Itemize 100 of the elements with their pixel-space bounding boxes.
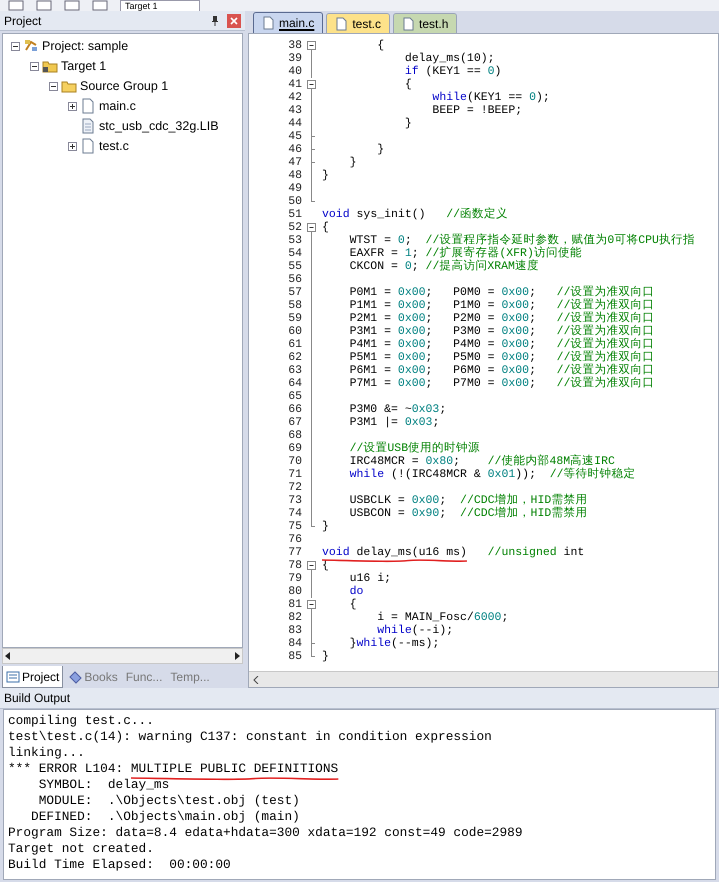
code-text: (--ms);: [391, 637, 440, 650]
line-number: 79: [287, 572, 303, 585]
line-number: 39: [287, 52, 303, 65]
code-text: 0x00: [501, 377, 530, 390]
output-text: DEFINED: .\Objects\main.obj (main): [30, 809, 300, 824]
line-number: 69: [287, 442, 303, 455]
toolbar-icon[interactable]: [8, 0, 24, 11]
scroll-right-icon[interactable]: [234, 652, 240, 660]
code-text: 0x00: [398, 286, 426, 299]
scroll-left-icon[interactable]: [253, 676, 259, 684]
line-number: 80: [287, 585, 303, 598]
code-text: (!(IRC48MCR &: [390, 468, 482, 481]
code-text: 0x00: [398, 338, 426, 351]
code-text: ;: [529, 299, 537, 312]
line-number: 77: [287, 546, 303, 559]
code-text: 0x00: [501, 351, 530, 364]
code-text: (--i);: [412, 624, 454, 637]
code-text: }: [348, 156, 357, 169]
output-text: compiling test.c...: [8, 713, 154, 728]
expand-icon[interactable]: [68, 102, 77, 110]
code-text: while: [356, 637, 392, 650]
code-text: 0x03: [404, 416, 432, 429]
tree-item[interactable]: Project: sample: [42, 36, 128, 56]
line-number: 52: [287, 221, 303, 234]
code-text: //设置为准双向口: [556, 325, 654, 338]
line-number: 76: [287, 533, 303, 546]
line-number: 47: [287, 156, 303, 169]
code-text: //提高访问XRAM速度: [426, 260, 539, 273]
tree-item[interactable]: test.c: [99, 136, 129, 156]
collapse-icon[interactable]: [307, 561, 316, 570]
code-text: );: [536, 91, 550, 104]
line-number: 62: [287, 351, 303, 364]
code-text: ;: [453, 455, 462, 468]
output-text: linking...: [8, 745, 85, 760]
output-text: MULTIPLE PUBLIC DEFINITIONS: [130, 761, 338, 776]
close-icon[interactable]: [227, 14, 241, 28]
code-text: ; P7M0 =: [426, 377, 496, 390]
collapse-icon[interactable]: [307, 80, 316, 89]
line-number: 54: [287, 247, 303, 260]
project-icon: [6, 670, 20, 684]
code-text: //设置USB使用的时钟源: [348, 442, 480, 455]
line-number: 72: [287, 481, 303, 494]
horizontal-scrollbar[interactable]: [249, 671, 718, 687]
code-text: //等待时钟稳定: [550, 468, 636, 481]
tree-item[interactable]: stc_usb_cdc_32g.LIB: [99, 116, 219, 136]
file-tab[interactable]: test.h: [393, 13, 458, 33]
collapse-icon[interactable]: [49, 82, 58, 90]
toolbar-icon[interactable]: [36, 0, 52, 11]
tree-item[interactable]: Source Group 1: [80, 76, 168, 96]
horizontal-scrollbar[interactable]: [2, 648, 243, 664]
target-select[interactable]: Target 1: [120, 0, 200, 11]
code-text: while: [348, 468, 384, 481]
code-text: ;: [439, 507, 448, 520]
line-number: 66: [287, 403, 303, 416]
code-text: 0x00: [412, 494, 440, 507]
code-text: P7M1 =: [348, 377, 392, 390]
code-text: 0x00: [501, 286, 530, 299]
scroll-left-icon[interactable]: [5, 652, 11, 660]
tree-item[interactable]: main.c: [99, 96, 136, 116]
code-text: ; P3M0 =: [426, 325, 496, 338]
code-text: ;: [412, 247, 420, 260]
code-text: //使能内部48M高速IRC: [488, 455, 615, 468]
collapse-icon[interactable]: [307, 223, 316, 232]
panel-tab[interactable]: Project: [2, 666, 64, 688]
book-icon: [68, 670, 82, 684]
line-number: 74: [287, 507, 303, 520]
toolbar-icon[interactable]: [92, 0, 108, 11]
file-icon: [262, 16, 274, 30]
code-text: //CDC增加，HID需禁用: [460, 507, 588, 520]
code-text: 0x00: [398, 364, 426, 377]
code-text: ;: [439, 494, 448, 507]
code-text: {: [348, 598, 357, 611]
tree-item[interactable]: Target 1: [61, 56, 106, 76]
line-number: 59: [287, 312, 303, 325]
file-tab[interactable]: main.c: [253, 12, 324, 33]
code-text: 0: [488, 65, 495, 78]
code-text: 0x90: [412, 507, 440, 520]
code-text: ; P4M0 =: [426, 338, 496, 351]
line-number: 58: [287, 299, 303, 312]
collapse-icon[interactable]: [30, 62, 39, 70]
line-number: 48: [287, 169, 303, 182]
collapse-icon[interactable]: [307, 41, 316, 50]
panel-title: Project: [4, 12, 42, 30]
code-text: ;: [529, 364, 537, 377]
code-text: 0x01: [488, 468, 516, 481]
code-text: 0x00: [501, 364, 530, 377]
pin-icon[interactable]: [211, 15, 219, 26]
output-text: SYMBOL: delay_ms: [38, 777, 170, 792]
file-tab[interactable]: test.c: [326, 13, 390, 33]
code-text: //设置为准双向口: [556, 299, 654, 312]
library-file-icon: [80, 118, 96, 134]
code-text: 0x00: [501, 299, 530, 312]
collapse-icon[interactable]: [307, 600, 316, 609]
code-text: USBCLK =: [348, 494, 406, 507]
toolbar-icon[interactable]: [64, 0, 80, 11]
code-text: //设置为准双向口: [556, 351, 654, 364]
collapse-icon[interactable]: [11, 42, 20, 50]
expand-icon[interactable]: [68, 142, 77, 150]
code-text: ;: [412, 260, 420, 273]
line-number: 68: [287, 429, 303, 442]
